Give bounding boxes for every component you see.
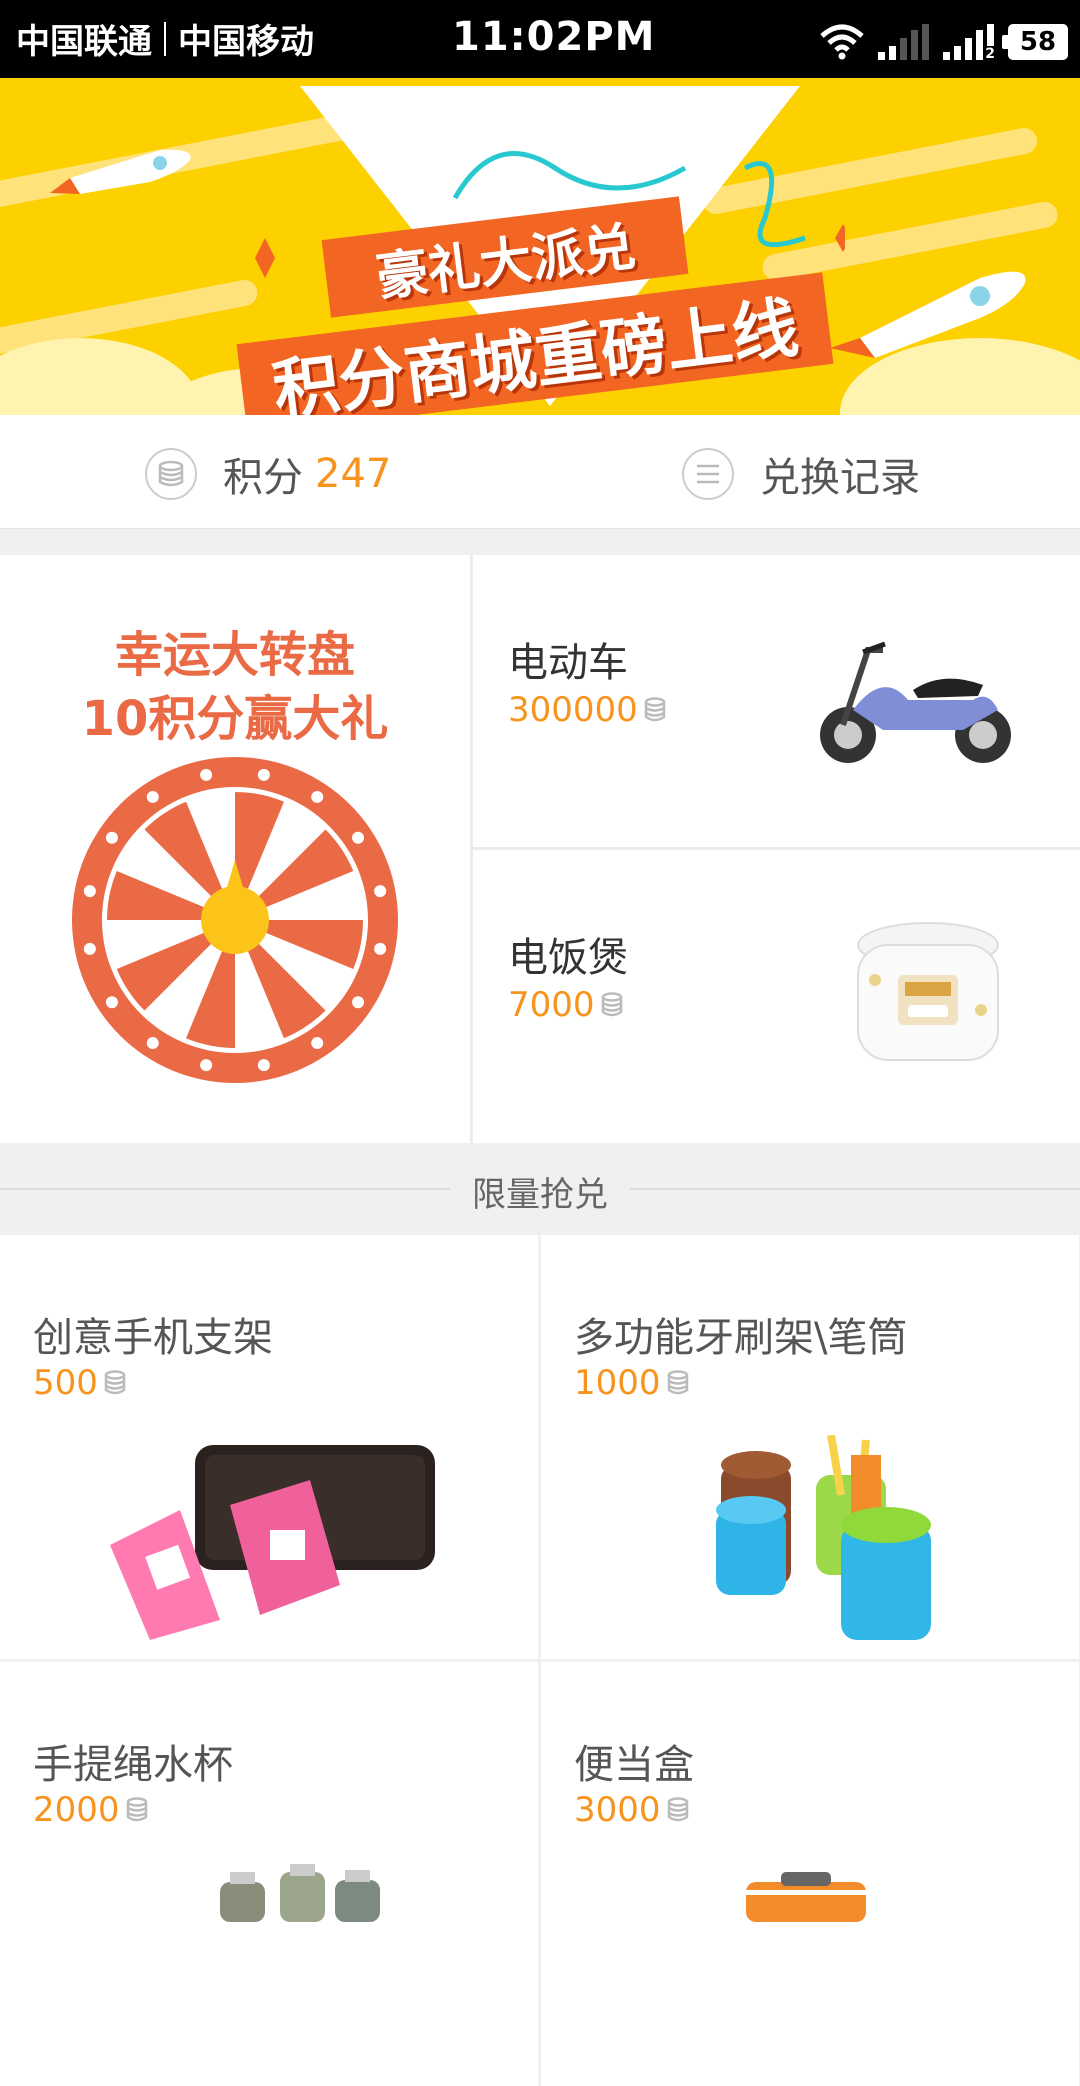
featured-section: 幸运大转盘 10积分赢大礼 电动车 300000 电饭煲 7000: [0, 555, 1080, 1143]
battery-icon: 58: [1002, 24, 1068, 60]
product-card[interactable]: 创意手机支架 500: [0, 1235, 538, 1659]
promo-banner[interactable]: 豪礼大派兑 积分商城重磅上线: [0, 78, 1080, 415]
electric-scooter-image: [820, 641, 1011, 763]
rice-cooker-image: [857, 922, 999, 1061]
lunch-box-image: [746, 1872, 866, 1922]
water-bottle-image: [220, 1864, 380, 1922]
coin-icon: [601, 992, 622, 1017]
featured-product-card[interactable]: 电动车 300000: [473, 555, 1080, 850]
product-price: 300000: [508, 690, 666, 730]
exchange-records-label: 兑换记录: [760, 455, 920, 501]
lucky-wheel-card[interactable]: 幸运大转盘 10积分赢大礼: [0, 555, 473, 1143]
lucky-wheel-subtitle: 10积分赢大礼: [81, 691, 389, 747]
price-value: 2000: [33, 1790, 120, 1830]
price-value: 1000: [574, 1363, 661, 1403]
points-value: 247: [315, 451, 392, 497]
featured-product-card[interactable]: 电饭煲 7000: [473, 850, 1080, 1142]
prize-wheel-icon: [72, 757, 398, 1083]
points-label: 积分: [223, 455, 303, 501]
coin-stack-icon: [145, 448, 197, 500]
product-name: 便当盒: [574, 1742, 694, 1788]
my-points[interactable]: 积分 247: [145, 445, 391, 503]
product-card[interactable]: 手提绳水杯 2000: [0, 1662, 538, 2086]
product-name: 多功能牙刷架\笔筒: [574, 1315, 908, 1361]
carrier-separator: [164, 21, 166, 56]
coin-icon: [667, 1797, 688, 1822]
carrier-2: 中国移动: [178, 22, 314, 62]
product-name: 创意手机支架: [33, 1315, 273, 1361]
section-title: 限量抢兑: [456, 1175, 624, 1215]
product-name: 电动车: [508, 640, 628, 686]
lucky-wheel-title: 幸运大转盘: [114, 627, 355, 683]
price-value: 3000: [574, 1790, 661, 1830]
product-name: 电饭煲: [508, 935, 628, 981]
exchange-records[interactable]: 兑换记录: [682, 445, 920, 503]
price-value: 500: [33, 1363, 98, 1403]
product-price: 7000: [508, 985, 623, 1025]
section-header: 限量抢兑: [0, 1143, 1080, 1235]
product-name: 手提绳水杯: [33, 1742, 233, 1788]
signal-sim2-icon: 2: [943, 24, 996, 62]
carrier-1: 中国联通: [16, 22, 152, 62]
product-price: 1000: [574, 1363, 689, 1403]
points-bar: 积分 247 兑换记录: [0, 415, 1080, 529]
coin-icon: [667, 1370, 688, 1395]
wifi-icon: [820, 24, 864, 60]
status-bar: 中国联通 中国移动 11:02PM 2 58: [0, 0, 1080, 78]
status-icons: 2 58: [820, 18, 1068, 62]
rocket-left-icon: [50, 149, 191, 194]
rocket-right-icon: [830, 271, 1026, 358]
price-value: 300000: [508, 690, 638, 730]
coin-icon: [644, 697, 666, 722]
coin-icon: [104, 1370, 126, 1395]
product-card[interactable]: 便当盒 3000: [541, 1662, 1079, 2086]
toothbrush-holder-image: [716, 1435, 931, 1640]
product-price: 500: [33, 1363, 126, 1403]
product-card[interactable]: 多功能牙刷架\笔筒 1000: [541, 1235, 1079, 1659]
product-price: 3000: [574, 1790, 689, 1830]
sim2-label: 2: [984, 46, 996, 62]
product-price: 2000: [33, 1790, 148, 1830]
signal-sim1-icon: [878, 24, 929, 60]
coin-icon: [126, 1797, 147, 1822]
list-icon: [682, 448, 734, 500]
carrier-labels: 中国联通 中国移动: [16, 14, 314, 63]
phone-stand-image: [110, 1445, 435, 1640]
clock: 11:02PM: [452, 14, 656, 60]
price-value: 7000: [508, 985, 595, 1025]
